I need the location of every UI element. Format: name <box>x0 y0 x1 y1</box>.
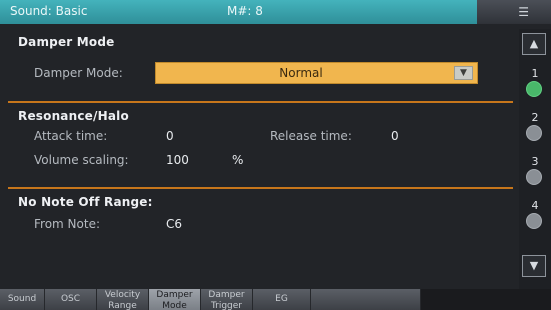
damper-mode-section: Damper Mode Damper Mode: Normal ▼ <box>8 29 513 101</box>
section-title-resonance-halo: Resonance/Halo <box>18 109 129 123</box>
tab-eg-label: EG <box>275 294 288 304</box>
damper-mode-value: Normal <box>279 66 323 80</box>
layer-number-1: 1 <box>531 67 539 80</box>
tab-velocity-range-line1: Velocity <box>104 290 141 300</box>
tab-osc[interactable]: OSC <box>45 289 97 310</box>
dropdown-arrow-icon[interactable]: ▼ <box>454 66 473 80</box>
tab-sound[interactable]: Sound <box>0 289 45 310</box>
sound-name: Sound: Basic <box>10 4 88 18</box>
from-note-label: From Note: <box>34 217 100 231</box>
volume-unit: % <box>232 153 244 167</box>
tab-damper-mode[interactable]: Damper Mode <box>149 289 201 310</box>
damper-mode-dropdown[interactable]: Normal ▼ <box>155 62 478 84</box>
midi-channel: M#: 8 <box>227 4 263 18</box>
tab-damper-mode-line1: Damper <box>156 290 193 300</box>
release-time-label: Release time: <box>270 129 352 143</box>
menu-icon: ☰ <box>518 5 529 19</box>
tab-eg[interactable]: EG <box>253 289 311 310</box>
attack-time-label: Attack time: <box>34 129 108 143</box>
volume-scaling-label: Volume scaling: <box>34 153 129 167</box>
scroll-down-button[interactable]: ▼ <box>522 255 546 277</box>
title-bar: Sound: Basic M#: 8 ☰ <box>0 0 551 24</box>
tab-damper-mode-line2: Mode <box>162 301 187 310</box>
section-title-no-note-off-range: No Note Off Range: <box>18 195 153 209</box>
section-title-damper-mode: Damper Mode <box>18 35 115 49</box>
tab-damper-trigger-line1: Damper <box>208 290 245 300</box>
resonance-halo-section: Resonance/Halo Attack time: 0 Release ti… <box>8 103 513 187</box>
tab-bar: Sound OSC Velocity Range Damper Mode Dam… <box>0 289 551 310</box>
layer-4-indicator[interactable] <box>526 213 542 229</box>
chevron-up-icon: ▲ <box>529 37 539 50</box>
attack-time-field[interactable]: 0 <box>166 129 174 143</box>
scroll-up-button[interactable]: ▲ <box>522 33 546 55</box>
tab-velocity-range[interactable]: Velocity Range <box>97 289 149 310</box>
damper-mode-label: Damper Mode: <box>34 66 123 80</box>
layer-1-indicator[interactable] <box>526 81 542 97</box>
layer-2-indicator[interactable] <box>526 125 542 141</box>
tab-osc-label: OSC <box>60 294 81 304</box>
layer-number-4: 4 <box>531 199 539 212</box>
tab-velocity-range-line2: Range <box>108 301 137 310</box>
from-note-field[interactable]: C6 <box>166 217 182 231</box>
layer-number-2: 2 <box>531 111 539 124</box>
layer-sidebar: ▲ 1 2 3 4 ▼ <box>519 29 551 291</box>
no-note-off-range-section: No Note Off Range: From Note: C6 <box>8 189 513 284</box>
tab-damper-trigger-line2: Trigger <box>210 301 243 310</box>
tab-damper-trigger[interactable]: Damper Trigger <box>201 289 253 310</box>
chevron-down-icon: ▼ <box>529 259 539 272</box>
tab-empty <box>311 289 421 310</box>
layer-3-indicator[interactable] <box>526 169 542 185</box>
page-menu-button[interactable]: ☰ <box>477 0 551 24</box>
main-panel: Damper Mode Damper Mode: Normal ▼ Resona… <box>8 29 513 284</box>
release-time-field[interactable]: 0 <box>391 129 399 143</box>
tab-sound-label: Sound <box>7 294 37 304</box>
layer-number-3: 3 <box>531 155 539 168</box>
volume-scaling-field[interactable]: 100 <box>166 153 189 167</box>
